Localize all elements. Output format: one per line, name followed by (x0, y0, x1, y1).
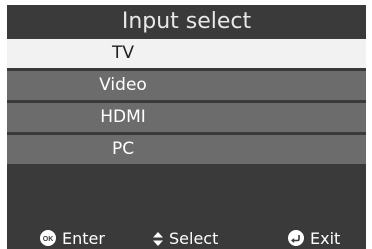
menu-item-label: HDMI (100, 107, 146, 127)
enter-label: Enter (62, 229, 105, 248)
exit-hint: Exit (288, 229, 340, 249)
svg-text:OK: OK (43, 236, 54, 243)
menu-item-tv[interactable]: TV (7, 39, 366, 68)
menu-title: Input select (121, 9, 252, 34)
exit-label: Exit (310, 229, 341, 248)
input-list: TV Video HDMI PC (7, 39, 366, 167)
input-select-menu: Input select TV Video HDMI PC OK Enter S… (7, 5, 366, 249)
select-label: Select (169, 229, 219, 248)
key-hint-bar: OK Enter Select Exit (7, 227, 366, 249)
menu-item-hdmi[interactable]: HDMI (7, 103, 366, 132)
return-icon (288, 230, 304, 246)
enter-hint: OK Enter (40, 229, 105, 249)
menu-item-label: PC (111, 139, 135, 159)
menu-item-label: Video (99, 75, 147, 95)
up-down-arrows-icon (153, 232, 163, 246)
menu-item-video[interactable]: Video (7, 71, 366, 100)
menu-item-pc[interactable]: PC (7, 135, 366, 164)
ok-button-icon: OK (40, 230, 56, 246)
menu-item-label: TV (111, 43, 134, 63)
select-hint: Select (153, 229, 218, 249)
